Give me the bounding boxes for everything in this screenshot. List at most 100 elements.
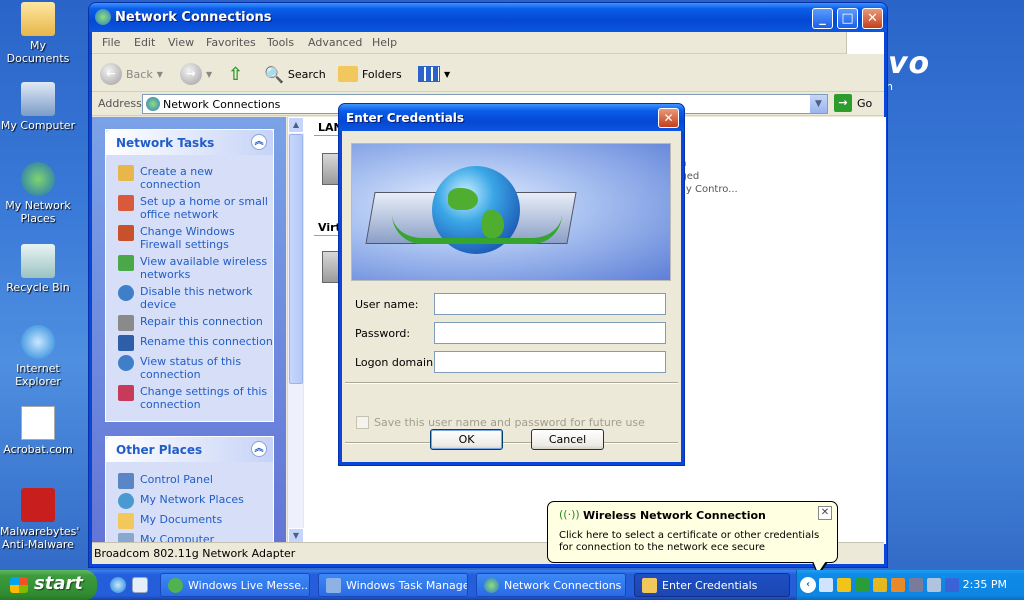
window-titlebar[interactable]: Network Connections _ □ ✕ xyxy=(89,3,887,32)
task-repair[interactable]: Repair this connection xyxy=(106,315,273,331)
internet-explorer-icon[interactable] xyxy=(110,577,126,593)
folders-button[interactable]: Folders xyxy=(338,62,402,86)
back-button[interactable]: ← Back ▼ xyxy=(100,62,163,86)
menu-advanced[interactable]: Advanced xyxy=(308,36,362,49)
save-credentials-checkbox[interactable] xyxy=(356,416,369,429)
taskbar-item-messenger[interactable]: Windows Live Messe... xyxy=(160,573,310,597)
collapse-icon[interactable]: ︽ xyxy=(251,441,267,457)
security-shield-icon[interactable] xyxy=(837,578,851,592)
dialog-titlebar[interactable]: Enter Credentials ✕ xyxy=(339,104,684,131)
task-wireless-networks[interactable]: View available wireless networks xyxy=(106,255,273,281)
other-places-header[interactable]: Other Places ︽ xyxy=(106,437,273,462)
task-label: View status of this connection xyxy=(140,355,242,381)
desktop-icon-my-computer[interactable]: My Computer xyxy=(0,82,76,132)
minimize-button[interactable]: _ xyxy=(812,8,833,29)
desktop-icon-malwarebytes[interactable]: Malwarebytes' Anti-Malware xyxy=(0,488,79,551)
place-control-panel[interactable]: Control Panel xyxy=(106,473,273,489)
task-home-network[interactable]: Set up a home or small office network xyxy=(106,195,273,221)
status-text: Broadcom 802.11g Network Adapter xyxy=(94,547,296,560)
desktop-icon-label: Recycle Bin xyxy=(6,281,70,294)
recycle-bin-icon xyxy=(21,244,55,278)
dialog-title: Enter Credentials xyxy=(346,111,465,125)
folders-label: Folders xyxy=(362,67,402,81)
scrollbar-thumb[interactable] xyxy=(289,134,303,384)
acrobat-icon xyxy=(21,406,55,440)
menu-file[interactable]: File xyxy=(102,36,120,49)
ok-button[interactable]: OK xyxy=(430,429,503,450)
logon-domain-field[interactable] xyxy=(434,351,666,373)
maximize-button[interactable]: □ xyxy=(837,8,858,29)
views-button[interactable]: ▼ xyxy=(418,62,450,86)
network-tray-icon[interactable] xyxy=(927,578,941,592)
start-button[interactable]: start xyxy=(0,570,97,600)
desktop-icon-acrobat[interactable]: Acrobat.com xyxy=(0,406,76,456)
desktop-icon-my-documents[interactable]: My Documents xyxy=(0,2,76,65)
task-manager-icon xyxy=(326,578,341,593)
computer-icon xyxy=(21,82,55,116)
wireless-tray-icon[interactable] xyxy=(819,578,833,592)
close-button[interactable]: ✕ xyxy=(862,8,883,29)
task-pane-scrollbar[interactable]: ▲ ▼ xyxy=(287,117,304,544)
chevron-down-icon: ▼ xyxy=(444,69,451,79)
address-dropdown-button[interactable]: ▼ xyxy=(810,95,827,113)
task-firewall[interactable]: Change Windows Firewall settings xyxy=(106,225,273,251)
menu-tools[interactable]: Tools xyxy=(267,36,294,49)
taskbar-item-task-manager[interactable]: Windows Task Manager xyxy=(318,573,468,597)
task-rename[interactable]: Rename this connection xyxy=(106,335,273,351)
wireless-signal-icon: ((·)) xyxy=(559,508,580,521)
place-my-documents[interactable]: My Documents xyxy=(106,513,273,529)
taskbar-item-enter-credentials[interactable]: Enter Credentials xyxy=(634,573,790,597)
desktop-icon-internet-explorer[interactable]: Internet Explorer xyxy=(0,325,76,388)
forward-button[interactable]: → ▼ xyxy=(180,62,212,86)
task-disable-device[interactable]: Disable this network device xyxy=(106,285,273,311)
credentials-dialog: Enter Credentials ✕ User name: Password:… xyxy=(338,103,685,466)
menu-edit[interactable]: Edit xyxy=(134,36,155,49)
username-field[interactable] xyxy=(434,293,666,315)
show-desktop-icon[interactable] xyxy=(132,577,148,593)
network-places-icon xyxy=(21,162,55,196)
control-panel-icon xyxy=(118,473,134,489)
taskbar-item-network-connections[interactable]: Network Connections xyxy=(476,573,626,597)
search-label: Search xyxy=(287,67,326,81)
menu-view[interactable]: View xyxy=(168,36,194,49)
balloon-close-button[interactable]: ✕ xyxy=(818,506,832,520)
menu-favorites[interactable]: Favorites xyxy=(206,36,256,49)
collapse-icon[interactable]: ︽ xyxy=(251,134,267,150)
updates-icon[interactable] xyxy=(891,578,905,592)
tray-expand-icon[interactable]: ‹ xyxy=(800,577,816,593)
dialog-close-button[interactable]: ✕ xyxy=(658,108,679,128)
place-my-network-places[interactable]: My Network Places xyxy=(106,493,273,509)
scroll-up-icon[interactable]: ▲ xyxy=(288,117,304,133)
network-tasks-panel: Network Tasks ︽ Create a new connection … xyxy=(105,129,274,422)
system-tray: ‹ 2:35 PM xyxy=(796,570,1024,600)
balloon-title: Wireless Network Connection xyxy=(583,509,766,522)
window-title: Network Connections xyxy=(115,10,272,25)
antivirus-icon[interactable] xyxy=(873,578,887,592)
folder-icon xyxy=(21,2,55,36)
save-credentials-row[interactable]: Save this user name and password for fut… xyxy=(356,416,645,429)
menu-help[interactable]: Help xyxy=(372,36,397,49)
task-view-status[interactable]: View status of this connection xyxy=(106,355,273,381)
wireless-notification-balloon[interactable]: ((·)) Wireless Network Connection ✕ Clic… xyxy=(547,501,838,563)
desktop-icon-recycle-bin[interactable]: Recycle Bin xyxy=(0,244,76,294)
desktop-icon-my-network-places[interactable]: My Network Places xyxy=(0,162,76,225)
battery-icon[interactable] xyxy=(855,578,869,592)
network-tasks-header[interactable]: Network Tasks ︽ xyxy=(106,130,273,155)
internet-explorer-icon xyxy=(21,325,55,359)
search-button[interactable]: 🔍 Search xyxy=(264,62,326,86)
back-label: Back xyxy=(126,67,153,81)
up-folder-button[interactable]: ⇧ xyxy=(228,62,243,86)
repair-icon xyxy=(118,315,134,331)
disable-device-icon xyxy=(118,285,134,301)
task-create-connection[interactable]: Create a new connection xyxy=(106,165,273,191)
devices-icon[interactable] xyxy=(909,578,923,592)
task-change-settings[interactable]: Change settings of this connection xyxy=(106,385,273,411)
password-field[interactable] xyxy=(434,322,666,344)
up-arrow-icon: ⇧ xyxy=(228,63,244,85)
clock[interactable]: 2:35 PM xyxy=(963,578,1007,591)
go-button[interactable]: → Go xyxy=(834,94,872,112)
power-icon[interactable] xyxy=(945,578,959,592)
new-connection-icon xyxy=(118,165,134,181)
cancel-button[interactable]: Cancel xyxy=(531,429,604,450)
network-connections-icon xyxy=(146,97,160,111)
